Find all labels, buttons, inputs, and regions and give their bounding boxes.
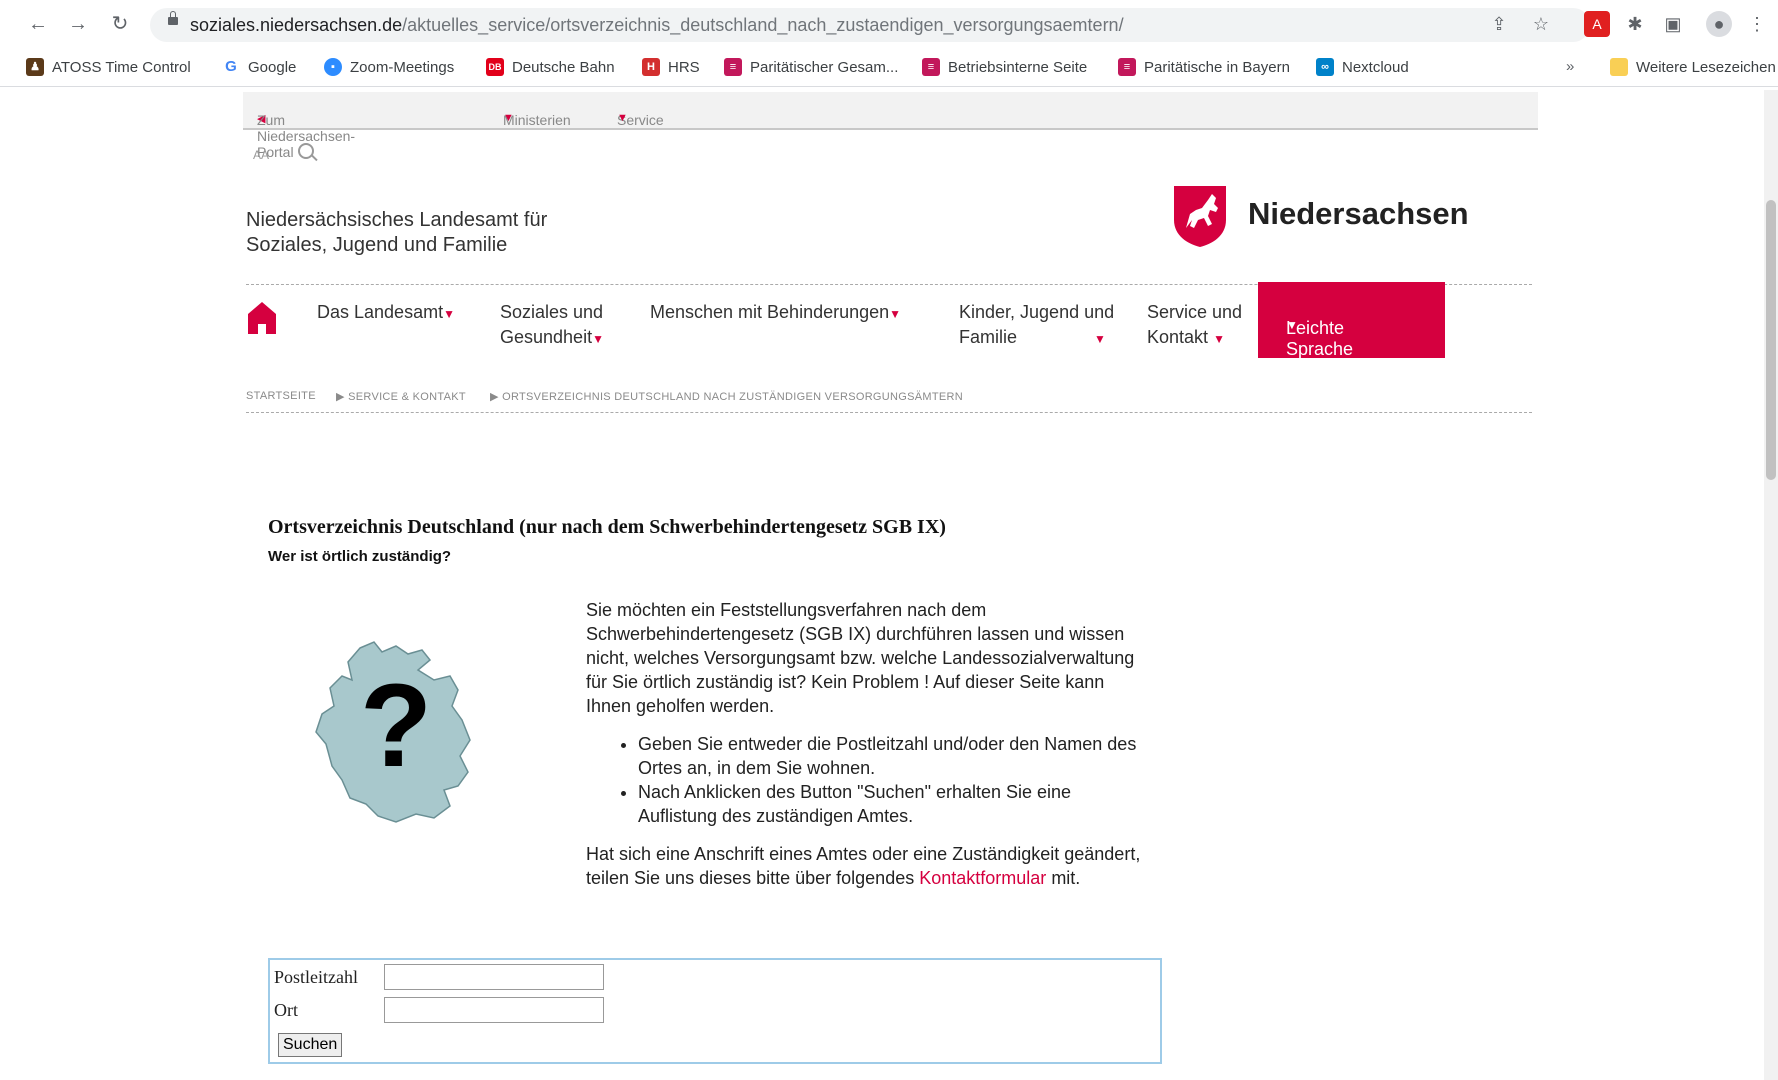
menu-menschen-mit-behinderungen[interactable]: Menschen mit Behinderungen▼	[650, 300, 901, 327]
pdf-extension-icon[interactable]: A	[1584, 11, 1610, 37]
triangle-down-icon: ▼	[592, 332, 604, 346]
page-title: Ortsverzeichnis Deutschland (nur nach de…	[268, 516, 946, 538]
bookmark-deutsche-bahn[interactable]: DB Deutsche Bahn	[486, 58, 615, 76]
breadcrumb-current: ▶ ORTSVERZEICHNIS DEUTSCHLAND NACH ZUSTÄ…	[490, 391, 964, 403]
page-icon: ≡	[724, 58, 742, 76]
atoss-icon: ♟	[26, 58, 44, 76]
divider	[246, 412, 1532, 413]
logo-text[interactable]: Niedersachsen	[1248, 196, 1469, 232]
page-icon: ≡	[1118, 58, 1136, 76]
bookmark-paritaetische-bayern[interactable]: ≡ Paritätische in Bayern	[1118, 58, 1290, 76]
menu-icon[interactable]: ⋮	[1744, 11, 1770, 37]
agency-name[interactable]: Niedersächsisches Landesamt für Soziales…	[246, 208, 547, 258]
page-subtitle: Wer ist örtlich zuständig?	[268, 548, 452, 565]
sidepanel-icon[interactable]: ▣	[1660, 11, 1686, 37]
back-icon[interactable]: ←	[26, 12, 50, 36]
menu-das-landesamt[interactable]: Das Landesamt▼	[317, 300, 455, 327]
plz-input[interactable]	[384, 964, 604, 990]
triangle-right-icon: ▶	[336, 391, 345, 403]
notice-text: Hat sich eine Anschrift eines Amtes oder…	[586, 844, 1141, 888]
bookmarks-overflow-button[interactable]: »	[1566, 58, 1574, 75]
svg-text:?: ?	[360, 660, 432, 792]
other-bookmarks-folder[interactable]: Weitere Lesezeichen	[1610, 58, 1776, 76]
db-icon: DB	[486, 58, 504, 76]
ort-input[interactable]	[384, 997, 604, 1023]
bookmark-zoom[interactable]: ▪ Zoom-Meetings	[324, 58, 454, 76]
plz-label: Postleitzahl	[274, 967, 358, 987]
menu-service-kontakt[interactable]: Service und Kontakt ▼	[1147, 300, 1242, 352]
reload-icon[interactable]: ↻	[108, 12, 132, 36]
menu-kinder-jugend-familie[interactable]: Kinder, Jugend und Familie ▼	[959, 300, 1114, 352]
triangle-down-icon: ▼	[443, 307, 455, 321]
instruction-list: Geben Sie entweder die Postleitzahl und/…	[586, 732, 1146, 828]
bookmark-betriebsinterne-seite[interactable]: ≡ Betriebsinterne Seite	[922, 58, 1087, 76]
home-icon[interactable]	[246, 300, 278, 334]
suchen-button[interactable]: Suchen	[278, 1033, 343, 1057]
google-icon: G	[222, 58, 240, 76]
menu-leichte-sprache[interactable]: Leichte Sprache ▼	[1258, 282, 1445, 359]
font-size-toggle[interactable]: AA	[253, 148, 269, 162]
url-text[interactable]: soziales.niedersachsen.de/aktuelles_serv…	[190, 15, 1124, 36]
profile-icon[interactable]: ●	[1706, 11, 1732, 37]
intro-text: Sie möchten ein Feststellungsverfahren n…	[586, 600, 1135, 716]
bookmark-hrs[interactable]: H HRS	[642, 58, 700, 76]
bookmark-paritaetischer-gesamt[interactable]: ≡ Paritätischer Gesam...	[724, 58, 898, 76]
triangle-down-icon: ▼	[503, 112, 514, 124]
share-icon[interactable]: ⇪	[1486, 11, 1512, 37]
page-icon: ≡	[922, 58, 940, 76]
kontaktformular-link[interactable]: Kontaktformular	[919, 868, 1046, 888]
triangle-down-icon: ▼	[1213, 332, 1225, 346]
triangle-down-icon: ▼	[1286, 318, 1298, 332]
hrs-icon: H	[642, 58, 660, 76]
triangle-down-icon: ▼	[889, 307, 902, 321]
browser-toolbar: ← → ↻ soziales.niedersachsen.de/aktuelle…	[0, 0, 1778, 50]
zoom-icon: ▪	[324, 58, 342, 76]
folder-icon	[1610, 58, 1628, 76]
star-icon[interactable]: ☆	[1528, 11, 1554, 37]
bookmarks-bar: ♟ ATOSS Time Control G Google ▪ Zoom-Meetin…	[0, 50, 1778, 87]
breadcrumb-service[interactable]: ▶ SERVICE & KONTAKT	[336, 390, 466, 403]
search-icon[interactable]	[298, 143, 314, 159]
triangle-down-icon: ▼	[617, 112, 628, 124]
extensions-icon[interactable]: ✱	[1622, 11, 1648, 37]
niedersachsen-horse-logo-icon[interactable]	[1172, 184, 1228, 248]
lock-icon[interactable]	[168, 11, 178, 25]
forward-icon[interactable]: →	[66, 12, 90, 36]
menu-soziales-gesundheit[interactable]: Soziales und Gesundheit▼	[500, 300, 604, 352]
scrollbar[interactable]	[1764, 90, 1778, 1080]
breadcrumb-home[interactable]: STARTSEITE	[246, 390, 316, 402]
intro-section: Sie möchten ein Feststellungsverfahren n…	[586, 598, 1146, 890]
bookmark-nextcloud[interactable]: ∞ Nextcloud	[1316, 58, 1409, 76]
list-item: Nach Anklicken des Button "Suchen" erhal…	[638, 780, 1146, 828]
bookmark-google[interactable]: G Google	[222, 58, 296, 76]
triangle-right-icon: ▶	[490, 391, 499, 403]
ort-label: Ort	[274, 1000, 298, 1020]
triangle-down-icon: ▼	[1094, 332, 1106, 346]
list-item: Geben Sie entweder die Postleitzahl und/…	[638, 732, 1146, 780]
utility-bar: ◀ Zum Niedersachsen-Portal Ministerien ▼…	[243, 92, 1538, 160]
germany-map-question-image: ?	[315, 641, 471, 823]
bookmark-atoss[interactable]: ♟ ATOSS Time Control	[26, 58, 191, 76]
scrollbar-thumb[interactable]	[1766, 200, 1776, 480]
nextcloud-icon: ∞	[1316, 58, 1334, 76]
